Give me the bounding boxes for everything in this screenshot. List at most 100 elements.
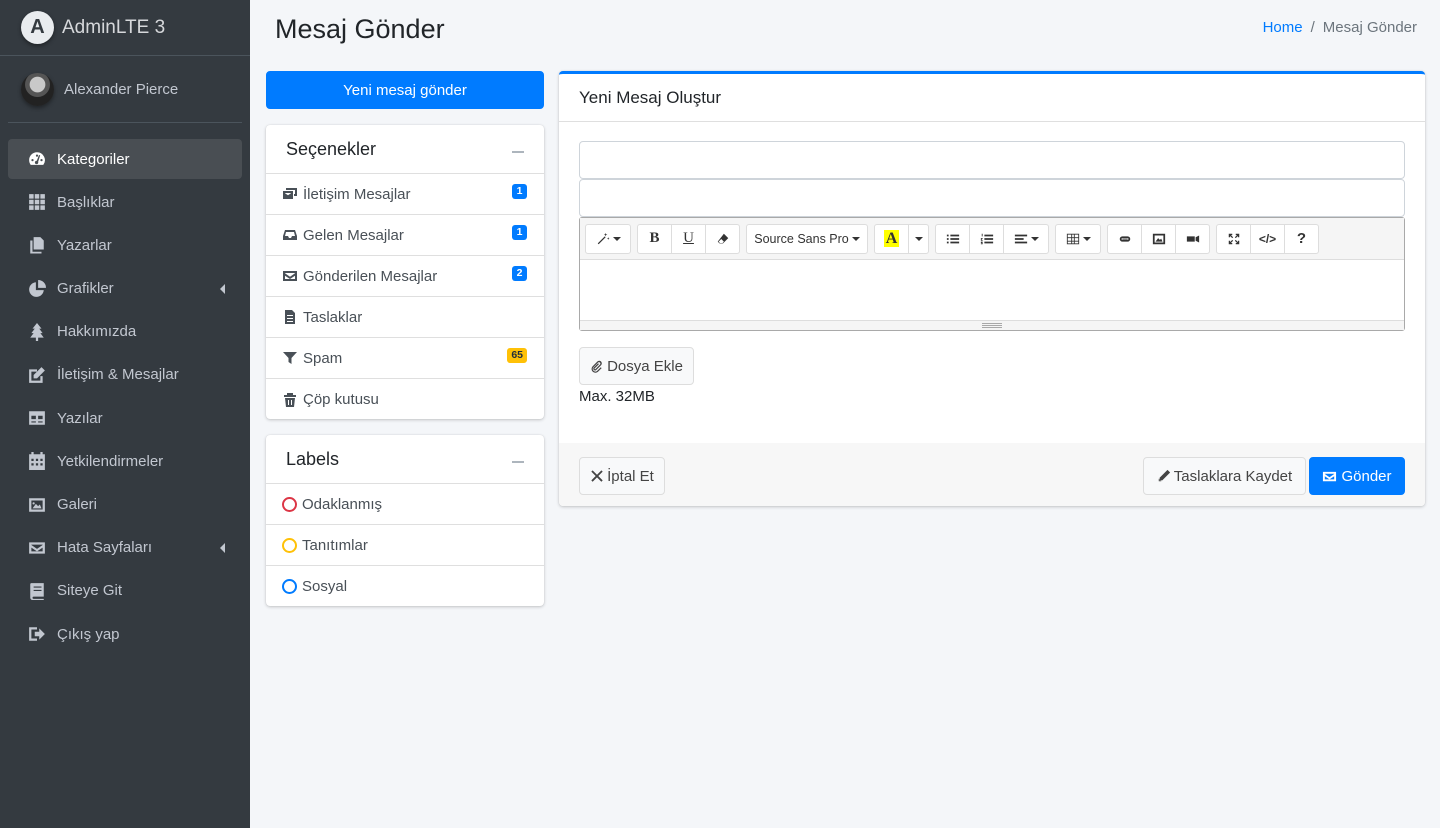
cancel-button[interactable]: İptal Et bbox=[579, 457, 665, 495]
inbox-icon bbox=[282, 227, 300, 243]
user-panel[interactable]: Alexander Pierce bbox=[8, 56, 242, 123]
font-family-dropdown[interactable]: Source Sans Pro bbox=[746, 223, 868, 254]
save-draft-button[interactable]: Taslaklara Kaydet bbox=[1143, 457, 1306, 495]
fullscreen-button[interactable] bbox=[1216, 223, 1251, 254]
label-text: Tanıtımlar bbox=[302, 536, 368, 554]
sidebar-item-siteye-git[interactable]: Siteye Git bbox=[8, 571, 242, 611]
ordered-list-button[interactable] bbox=[969, 223, 1004, 254]
compose-card: Yeni Mesaj Oluştur B U Source Sans Pro A… bbox=[559, 71, 1425, 506]
sidebar-item-yetkilendirmeler[interactable]: Yetkilendirmeler bbox=[8, 441, 242, 481]
label-item-odaklanmis[interactable]: Odaklanmış bbox=[266, 484, 544, 525]
folder-item-cop-kutusu[interactable]: Çöp kutusu bbox=[266, 379, 544, 420]
editor-resize-bar[interactable] bbox=[580, 320, 1404, 330]
code-view-button[interactable]: </> bbox=[1250, 223, 1285, 254]
tree-icon bbox=[27, 322, 47, 341]
sidebar-item-label: Yetkilendirmeler bbox=[57, 452, 164, 470]
envelope-icon bbox=[27, 539, 47, 557]
send-button[interactable]: Gönder bbox=[1309, 457, 1405, 495]
folder-item-gelen-mesajlar[interactable]: Gelen Mesajlar 1 bbox=[266, 215, 544, 256]
max-size-hint: Max. 32MB bbox=[579, 388, 655, 405]
sidebar-item-hata-sayfalari[interactable]: Hata Sayfaları bbox=[8, 528, 242, 568]
sidebar-item-galeri[interactable]: Galeri bbox=[8, 485, 242, 525]
font-family-label: Source Sans Pro bbox=[754, 231, 849, 246]
chevron-left-icon bbox=[218, 282, 226, 294]
folder-label: Spam bbox=[303, 349, 343, 367]
sidebar-item-label: Çıkış yap bbox=[57, 625, 120, 643]
attach-file-button[interactable]: Dosya Ekle bbox=[579, 347, 694, 385]
help-button[interactable]: ? bbox=[1284, 223, 1319, 254]
folders-card-header: Seçenekler bbox=[266, 125, 544, 174]
sidebar-item-grafikler[interactable]: Grafikler bbox=[8, 269, 242, 309]
labels-list: Odaklanmış Tanıtımlar Sosyal bbox=[266, 484, 544, 607]
unread-count-badge: 1 bbox=[512, 225, 527, 240]
collapse-minus-icon[interactable] bbox=[512, 151, 524, 153]
insert-link-button[interactable] bbox=[1107, 223, 1142, 254]
sidebar-item-yazarlar[interactable]: Yazarlar bbox=[8, 225, 242, 265]
font-color-dropdown-button[interactable] bbox=[908, 223, 929, 254]
folder-item-gonderilen-mesajlar[interactable]: Gönderilen Mesajlar 2 bbox=[266, 256, 544, 297]
user-name[interactable]: Alexander Pierce bbox=[64, 81, 178, 98]
folders-card-title: Seçenekler bbox=[286, 138, 377, 159]
book-icon bbox=[27, 582, 47, 600]
unordered-list-button[interactable] bbox=[935, 223, 970, 254]
sign-out-icon bbox=[27, 625, 47, 643]
folder-item-taslaklar[interactable]: Taslaklar bbox=[266, 297, 544, 338]
breadcrumb-home-link[interactable]: Home bbox=[1263, 19, 1303, 36]
align-left-icon bbox=[1014, 234, 1027, 243]
collapse-minus-icon[interactable] bbox=[512, 461, 524, 463]
sidebar-item-kategoriler[interactable]: Kategoriler bbox=[8, 139, 242, 179]
folder-label: İletişim Mesajlar bbox=[303, 185, 411, 203]
paragraph-align-dropdown[interactable] bbox=[1003, 223, 1049, 254]
sidebar-item-label: Başlıklar bbox=[57, 193, 115, 211]
editor-content-area[interactable] bbox=[580, 260, 1404, 320]
to-input[interactable] bbox=[579, 141, 1405, 179]
font-color-button[interactable]: A bbox=[874, 223, 909, 254]
insert-picture-button[interactable] bbox=[1141, 223, 1176, 254]
table-dropdown-button[interactable] bbox=[1055, 223, 1101, 254]
brand-logo: A bbox=[21, 11, 54, 44]
subject-input[interactable] bbox=[579, 179, 1405, 217]
sidebar-item-label: Hakkımızda bbox=[57, 323, 137, 341]
sidebar-item-label: Grafikler bbox=[57, 280, 114, 298]
close-icon bbox=[591, 470, 603, 482]
save-draft-label: Taslaklara Kaydet bbox=[1173, 467, 1293, 485]
table-icon bbox=[27, 409, 47, 427]
folder-label: Gönderilen Mesajlar bbox=[303, 267, 438, 285]
sidebar-item-label: Yazılar bbox=[57, 409, 103, 427]
bold-button[interactable]: B bbox=[637, 223, 672, 254]
label-item-tanitimlar[interactable]: Tanıtımlar bbox=[266, 525, 544, 566]
sidebar-item-label: Siteye Git bbox=[57, 582, 123, 600]
clear-format-button[interactable] bbox=[705, 223, 740, 254]
circle-blue-icon bbox=[282, 579, 297, 594]
brand-text: AdminLTE 3 bbox=[62, 16, 166, 38]
insert-video-button[interactable] bbox=[1175, 223, 1210, 254]
folder-item-iletisim-mesajlar[interactable]: İletişim Mesajlar 1 bbox=[266, 174, 544, 215]
label-item-sosyal[interactable]: Sosyal bbox=[266, 566, 544, 607]
labels-card-title: Labels bbox=[286, 448, 340, 469]
sidebar-item-cikis-yap[interactable]: Çıkış yap bbox=[8, 614, 242, 654]
file-text-icon bbox=[282, 309, 300, 325]
label-text: Odaklanmış bbox=[302, 495, 383, 513]
style-dropdown-button[interactable] bbox=[585, 223, 631, 254]
pie-chart-icon bbox=[27, 279, 47, 298]
grid-icon bbox=[27, 193, 47, 211]
copy-icon bbox=[27, 236, 47, 254]
sidebar-item-iletisim-mesajlar[interactable]: İletişim & Mesajlar bbox=[8, 355, 242, 395]
attach-file-label: Dosya Ekle bbox=[607, 357, 683, 375]
compose-new-message-button[interactable]: Yeni mesaj gönder bbox=[266, 71, 544, 109]
page-title: Mesaj Gönder bbox=[275, 14, 445, 44]
underline-button[interactable]: U bbox=[671, 223, 706, 254]
list-ul-icon bbox=[946, 234, 959, 243]
sidebar-item-hakkimizda[interactable]: Hakkımızda bbox=[8, 312, 242, 352]
font-color-icon: A bbox=[883, 230, 900, 247]
brand-link[interactable]: A AdminLTE 3 bbox=[0, 0, 250, 56]
breadcrumb-current: Mesaj Gönder bbox=[1322, 19, 1417, 36]
edit-icon bbox=[27, 366, 47, 384]
folder-item-spam[interactable]: Spam 65 bbox=[266, 338, 544, 379]
folder-label: Çöp kutusu bbox=[303, 391, 379, 408]
label-text: Sosyal bbox=[302, 578, 348, 595]
folders-card: Seçenekler İletişim Mesajlar 1 Gelen Mes… bbox=[266, 125, 544, 419]
sidebar-item-basliklar[interactable]: Başlıklar bbox=[8, 182, 242, 222]
sidebar-item-yazilar[interactable]: Yazılar bbox=[8, 398, 242, 438]
compose-card-header: Yeni Mesaj Oluştur bbox=[559, 74, 1425, 122]
